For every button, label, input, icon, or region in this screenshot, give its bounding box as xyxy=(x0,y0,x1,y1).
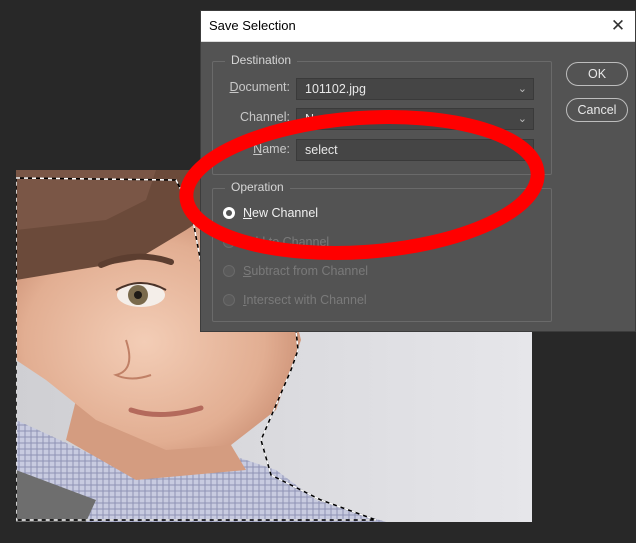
destination-legend: Destination xyxy=(225,53,298,67)
document-value: 101102.jpg xyxy=(305,82,366,96)
channel-value: New xyxy=(305,112,331,126)
dialog-titlebar[interactable]: Save Selection ✕ xyxy=(201,11,635,42)
radio-label: Add to Channel xyxy=(243,235,330,249)
channel-select[interactable]: New ⌄ xyxy=(296,108,534,130)
chevron-down-icon: ⌄ xyxy=(517,83,527,95)
document-label: Document: xyxy=(229,80,290,94)
close-icon[interactable]: ✕ xyxy=(607,15,629,37)
cancel-button[interactable]: Cancel xyxy=(566,98,628,122)
radio-label: Subtract from Channel xyxy=(243,264,369,278)
operation-legend: Operation xyxy=(225,180,290,194)
document-select[interactable]: 101102.jpg ⌄ xyxy=(296,78,534,100)
chevron-down-icon: ⌄ xyxy=(517,113,527,125)
name-label: Name: xyxy=(253,142,290,156)
radio-label: New Channel xyxy=(243,206,319,220)
radio-button xyxy=(223,265,235,277)
radio-button xyxy=(223,236,235,248)
ok-button[interactable]: OK xyxy=(566,62,628,86)
radio-button-selected[interactable] xyxy=(223,207,235,219)
dialog-title: Save Selection xyxy=(209,18,296,33)
radio-button xyxy=(223,294,235,306)
channel-label: Channel: xyxy=(239,110,290,124)
name-value: select xyxy=(305,143,338,157)
radio-label: Intersect with Channel xyxy=(243,293,367,307)
name-input[interactable]: select xyxy=(296,139,534,161)
